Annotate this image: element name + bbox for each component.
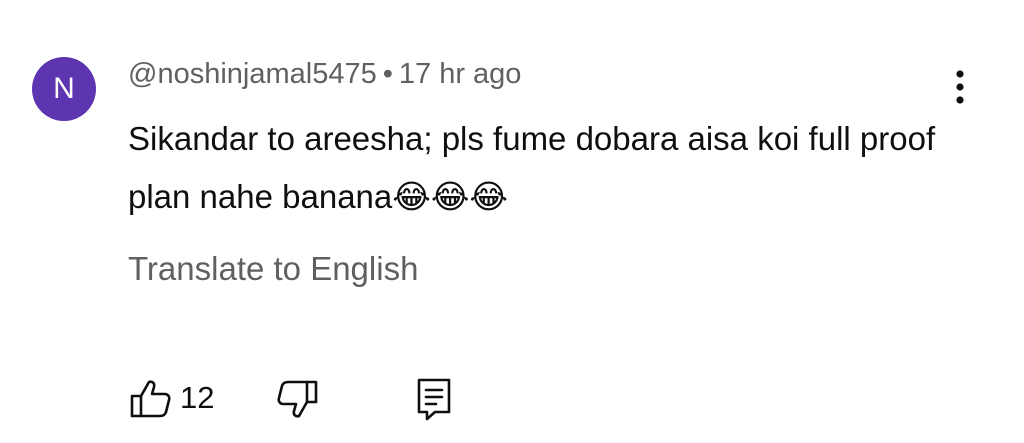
thumbs-down-icon [277, 380, 318, 418]
translate-button[interactable]: Translate to English [128, 250, 418, 288]
like-count: 12 [180, 380, 215, 415]
comment-header: @noshinjamal5475 • 17 hr ago [128, 58, 521, 91]
thumbs-up-icon [130, 380, 171, 418]
reply-comment-icon [417, 378, 451, 421]
like-button[interactable] [128, 376, 174, 422]
reply-button[interactable] [414, 376, 454, 422]
more-vertical-icon [956, 70, 964, 104]
author-handle[interactable]: @noshinjamal5475 [128, 58, 377, 90]
comment-actions: 12 [128, 372, 468, 428]
avatar[interactable]: N [32, 57, 96, 121]
separator-dot: • [382, 58, 393, 90]
timestamp: 17 hr ago [398, 58, 522, 90]
more-options-button[interactable] [946, 68, 974, 108]
avatar-letter: N [53, 72, 75, 105]
comment-text: Sikandar to areesha; pls fume dobara ais… [128, 120, 936, 215]
dislike-button[interactable] [274, 376, 320, 422]
